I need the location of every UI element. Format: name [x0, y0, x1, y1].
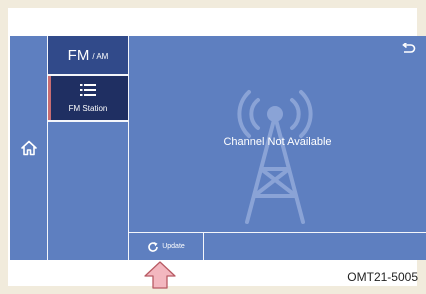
- tab-fm-station-label: FM Station: [68, 104, 108, 113]
- infotainment-screen: FM / AM FM Station Channel Not Available…: [10, 36, 426, 260]
- refresh-icon: [148, 241, 159, 252]
- channel-status-message: Channel Not Available: [223, 136, 332, 148]
- radio-tower-icon: [237, 90, 313, 224]
- update-button[interactable]: Update: [129, 233, 203, 260]
- tab-fm-label: FM: [67, 46, 90, 64]
- update-label: Update: [162, 243, 185, 250]
- home-button[interactable]: [10, 36, 47, 260]
- figure-code: OMT21-5005: [347, 270, 418, 284]
- tab-fm-station[interactable]: FM Station: [48, 76, 128, 120]
- list-icon: [80, 84, 96, 96]
- divider-tab-row-2: [48, 120, 128, 122]
- up-arrow-icon: [144, 261, 176, 289]
- selected-indicator: [48, 76, 51, 120]
- tab-fm-am[interactable]: FM / AM: [48, 36, 128, 74]
- main-content: Channel Not Available: [129, 36, 426, 232]
- back-icon: [402, 41, 416, 53]
- divider-update: [203, 232, 204, 260]
- home-icon: [20, 140, 37, 156]
- tab-am-label: / AM: [92, 52, 109, 61]
- back-button[interactable]: [402, 41, 416, 60]
